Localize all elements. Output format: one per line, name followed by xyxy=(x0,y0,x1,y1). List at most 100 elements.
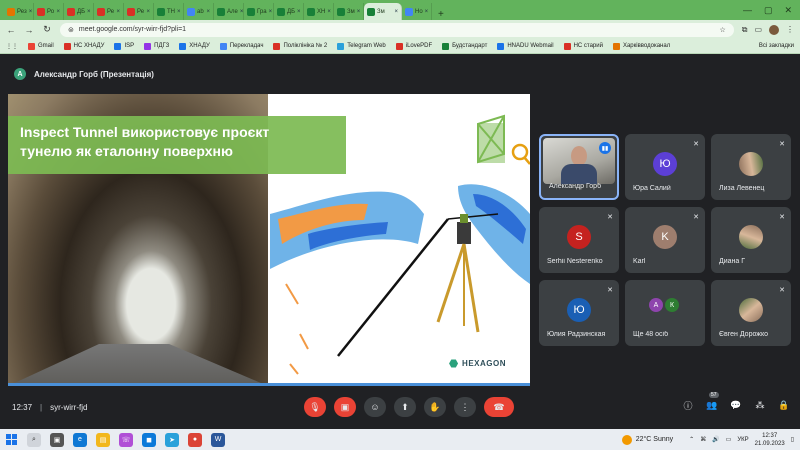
close-tab-icon[interactable]: × xyxy=(206,9,210,15)
close-tab-icon[interactable]: × xyxy=(297,9,301,15)
participant-tile[interactable]: ✕ Диана Г xyxy=(711,207,791,273)
browser-tab[interactable]: Зм × xyxy=(364,3,402,20)
participant-tile[interactable]: А К Ще 48 осіб xyxy=(625,280,705,346)
reload-icon[interactable]: ↻ xyxy=(42,24,52,35)
bookmark-item[interactable]: НС ХНАДУ xyxy=(63,42,104,50)
leave-call-button[interactable]: ☎ xyxy=(484,397,514,417)
sidepanel-icon[interactable]: ▭ xyxy=(754,25,762,34)
windows-start-icon[interactable] xyxy=(6,434,17,445)
address-bar[interactable]: ⊜ meet.google.com/syr-wirr-fjd?pli=1 ☆ xyxy=(60,22,734,37)
clock[interactable]: 12:37 21.09.2023 xyxy=(755,432,785,448)
chevron-up-icon[interactable]: ⌃ xyxy=(689,436,694,443)
close-tab-icon[interactable]: × xyxy=(327,9,331,15)
bookmark-item[interactable]: Gmail xyxy=(28,42,54,50)
close-tab-icon[interactable]: × xyxy=(87,9,91,15)
network-icon[interactable]: ⌘ xyxy=(700,436,706,443)
browser-tab[interactable]: Гра × xyxy=(244,3,274,20)
chrome-icon[interactable]: ● xyxy=(188,432,202,447)
close-tab-icon[interactable]: × xyxy=(29,9,33,15)
weather-widget[interactable]: 22°C Sunny xyxy=(621,434,673,445)
browser-tab[interactable]: Но × xyxy=(402,3,432,20)
participant-tile[interactable]: Ю ✕ Юра Салий xyxy=(625,134,705,200)
participant-tile[interactable]: ▮▮ Александр Горб xyxy=(539,134,619,200)
browser-tab[interactable]: ХН × xyxy=(304,3,334,20)
close-tab-icon[interactable]: × xyxy=(146,9,150,15)
participant-tile[interactable]: ✕ Лиза Левенец xyxy=(711,134,791,200)
menu-icon[interactable]: ⋮ xyxy=(786,25,794,34)
raise-hand-button[interactable]: ✋ xyxy=(424,397,446,417)
new-tab-icon[interactable]: + xyxy=(432,9,450,20)
browser-tab[interactable]: Ре × xyxy=(124,3,154,20)
edge-icon[interactable]: e xyxy=(73,432,87,447)
windows-taskbar: ⌕ ▣ e ▤ ☏ ◼ ➤ ● W 22°C Sunny ⌃ ⌘ 🔊 ▭ УКР… xyxy=(0,429,800,450)
all-bookmarks[interactable]: Всі закладки xyxy=(759,43,794,49)
forward-icon[interactable]: → xyxy=(24,25,34,35)
bookmark-item[interactable]: HNADU Webmail xyxy=(497,42,554,50)
viber-icon[interactable]: ☏ xyxy=(119,432,133,447)
minimize-icon[interactable]: — xyxy=(743,5,752,15)
close-tab-icon[interactable]: × xyxy=(56,9,60,15)
bookmark-item[interactable]: Telegram Web xyxy=(337,42,386,50)
telegram-icon[interactable]: ➤ xyxy=(165,432,179,447)
participant-tile[interactable]: Ю ✕ Юлия Радзинская xyxy=(539,280,619,346)
extensions-icon[interactable]: ⧉ xyxy=(742,25,748,35)
profile-avatar[interactable] xyxy=(769,24,779,35)
close-tab-icon[interactable]: × xyxy=(269,9,273,15)
lock-icon[interactable]: 🔒 xyxy=(778,400,790,411)
participant-tile[interactable]: ✕ Євген Дорожко xyxy=(711,280,791,346)
browser-tab[interactable]: ДБ × xyxy=(274,3,304,20)
bookmark-item[interactable]: Перекладач xyxy=(219,42,263,50)
participant-tile[interactable]: S ✕ Serhii Nesterenko xyxy=(539,207,619,273)
star-icon[interactable]: ☆ xyxy=(719,26,725,34)
chat-icon[interactable]: 💬 xyxy=(730,400,742,411)
bookmark-item[interactable]: НС старий xyxy=(563,42,603,50)
tab-favicon xyxy=(367,7,375,16)
browser-tab[interactable]: Ро × xyxy=(34,3,64,20)
bookmark-item[interactable]: Поліклініка № 2 xyxy=(273,42,327,50)
bookmark-item[interactable]: ХНАДУ xyxy=(179,42,210,50)
bookmark-item[interactable]: ISP xyxy=(114,42,134,50)
activities-icon[interactable]: ⁂ xyxy=(754,400,766,411)
task-view-icon[interactable]: ▣ xyxy=(50,432,64,447)
battery-icon[interactable]: ▭ xyxy=(726,436,732,443)
mic-off-button[interactable]: 🎙 xyxy=(304,397,326,417)
camera-off-button[interactable]: ▣ xyxy=(334,397,356,417)
browser-tab[interactable]: ДБ × xyxy=(64,3,94,20)
site-info-icon[interactable]: ⊜ xyxy=(68,26,74,34)
close-tab-icon[interactable]: × xyxy=(116,9,120,15)
bookmark-item[interactable]: Харківводоканал xyxy=(612,42,670,50)
close-tab-icon[interactable]: × xyxy=(177,9,181,15)
bookmark-item[interactable]: ПДГЗ xyxy=(144,42,169,50)
volume-icon[interactable]: 🔊 xyxy=(712,436,719,443)
present-button[interactable]: ⬆ xyxy=(394,397,416,417)
maximize-icon[interactable]: ▢ xyxy=(764,5,773,16)
browser-tab[interactable]: Але × xyxy=(214,3,244,20)
browser-tab[interactable]: ТН × xyxy=(154,3,184,20)
info-icon[interactable]: ⓘ xyxy=(682,399,694,412)
close-tab-icon[interactable]: × xyxy=(394,9,398,15)
browser-tab[interactable]: Зм × xyxy=(334,3,364,20)
emoji-button[interactable]: ☺ xyxy=(364,397,386,417)
tab-favicon xyxy=(127,7,135,16)
close-tab-icon[interactable]: × xyxy=(240,9,243,15)
close-tab-icon[interactable]: × xyxy=(357,9,361,15)
back-icon[interactable]: ← xyxy=(6,25,16,35)
input-language[interactable]: УКР xyxy=(737,437,748,443)
bookmark-item[interactable]: iLovePDF xyxy=(395,42,432,50)
notification-icon[interactable]: ▯ xyxy=(791,436,794,443)
slide-progress-bar xyxy=(8,383,530,386)
search-icon[interactable]: ⌕ xyxy=(27,432,41,447)
file-explorer-icon[interactable]: ▤ xyxy=(96,432,110,447)
apps-icon[interactable]: ⋮⋮ xyxy=(6,43,18,50)
word-icon[interactable]: W xyxy=(211,432,225,447)
browser-tab[interactable]: Ре × xyxy=(94,3,124,20)
browser-tab[interactable]: Рез × xyxy=(4,3,34,20)
close-icon[interactable]: ✕ xyxy=(784,5,792,16)
close-tab-icon[interactable]: × xyxy=(425,9,429,15)
browser-tab[interactable]: ab × xyxy=(184,3,214,20)
participant-tile[interactable]: K ✕ Karl xyxy=(625,207,705,273)
store-icon[interactable]: ◼ xyxy=(142,432,156,447)
bookmark-item[interactable]: Будстандарт xyxy=(442,42,487,50)
people-button[interactable]: 57 👥 xyxy=(706,392,719,411)
more-options-button[interactable]: ⋮ xyxy=(454,397,476,417)
